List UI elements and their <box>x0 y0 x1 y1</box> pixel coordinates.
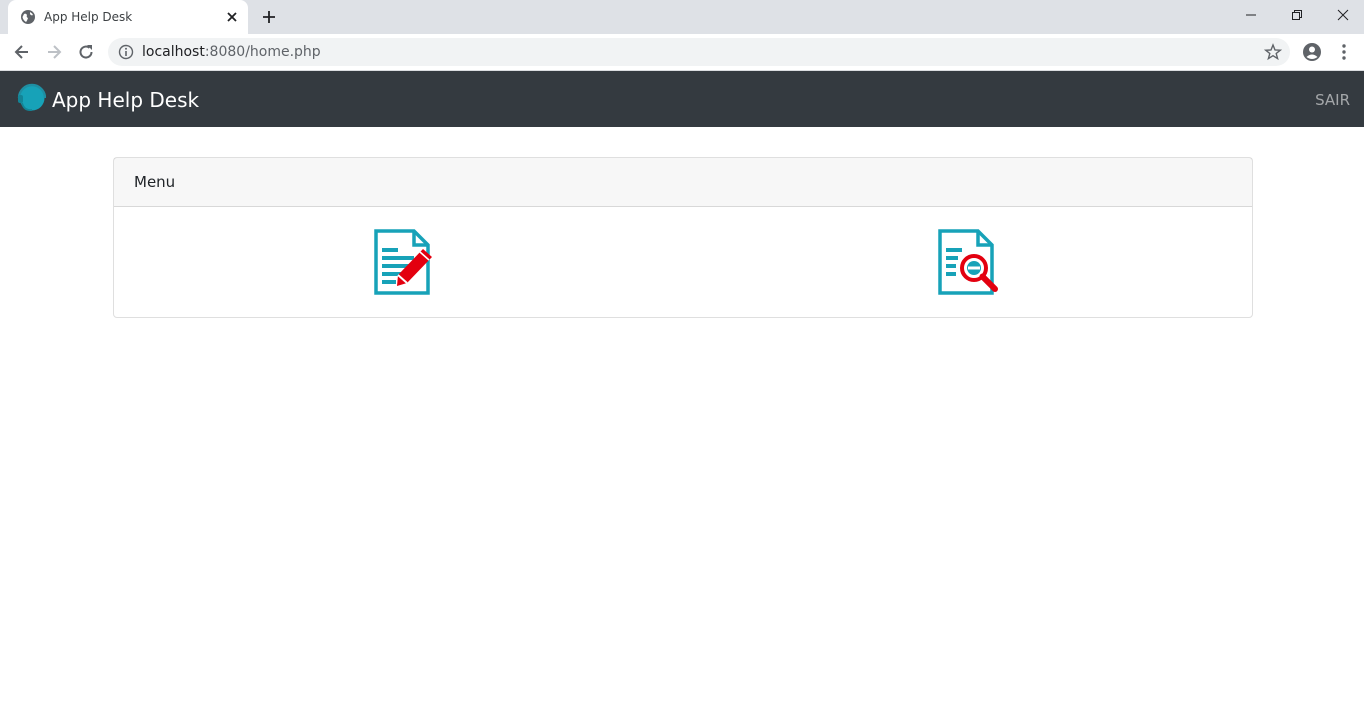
url-text[interactable]: localhost:8080/home.php <box>142 44 321 60</box>
close-icon[interactable] <box>224 9 240 25</box>
browser-tab[interactable]: App Help Desk <box>8 0 248 34</box>
card-header: Menu <box>114 158 1252 207</box>
browser-tabstrip: App Help Desk <box>0 0 1364 34</box>
address-bar[interactable]: localhost:8080/home.php <box>108 38 1290 66</box>
card-body <box>114 207 1252 317</box>
globe-icon <box>21 10 35 24</box>
close-window-icon[interactable] <box>1320 0 1364 30</box>
forward-arrow-icon[interactable] <box>44 42 64 62</box>
app-navbar: App Help Desk SAIR <box>0 71 1364 127</box>
profile-icon[interactable] <box>1302 42 1322 62</box>
menu-card: Menu <box>113 157 1253 318</box>
document-search-icon[interactable] <box>937 229 1001 297</box>
brand-title[interactable]: App Help Desk <box>52 88 199 112</box>
reload-icon[interactable] <box>76 42 96 62</box>
more-menu-icon[interactable] <box>1336 42 1352 62</box>
plus-icon[interactable] <box>260 8 278 26</box>
tab-title: App Help Desk <box>44 10 133 24</box>
star-icon[interactable] <box>1264 43 1282 61</box>
info-icon[interactable] <box>118 44 134 60</box>
headset-logo-icon[interactable] <box>16 83 46 115</box>
url-path: :8080/home.php <box>204 44 321 60</box>
restore-icon[interactable] <box>1274 0 1320 30</box>
minimize-icon[interactable] <box>1228 0 1274 30</box>
card-title: Menu <box>134 173 176 191</box>
browser-toolbar: localhost:8080/home.php <box>0 34 1364 71</box>
logout-link[interactable]: SAIR <box>1315 91 1350 109</box>
back-arrow-icon[interactable] <box>12 42 32 62</box>
url-host: localhost <box>142 44 205 60</box>
document-edit-icon[interactable] <box>373 229 437 297</box>
